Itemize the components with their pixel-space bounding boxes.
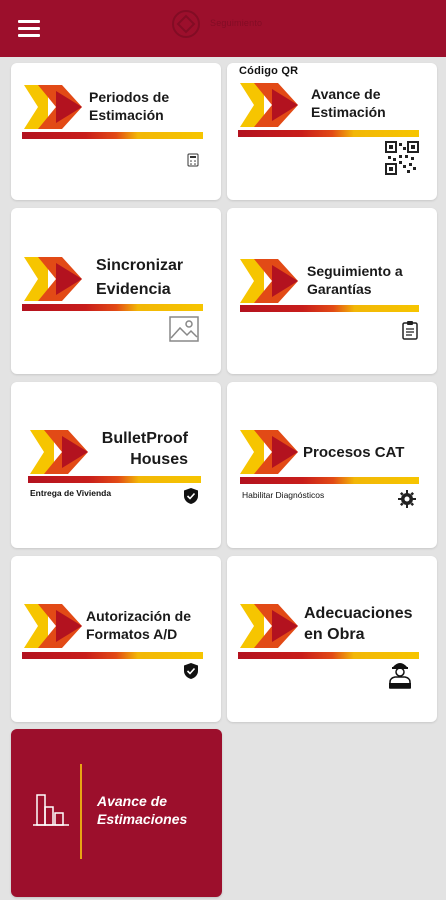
qr-code-label: Código QR: [239, 65, 299, 77]
card-title: Seguimiento a Garantías: [307, 263, 403, 297]
card-bulletproof-houses[interactable]: BulletProof Houses Entrega de Vivienda: [11, 382, 221, 548]
card-title: Adecuaciones en Obra: [304, 605, 413, 643]
brand-logo-icon: [24, 257, 82, 301]
brand-logo-icon: [30, 430, 88, 474]
app-logo-text: Seguimiento: [210, 18, 263, 28]
card-seguimiento-garantias[interactable]: Seguimiento a Garantías: [227, 208, 437, 374]
card-title: Periodos de Estimación: [89, 89, 170, 123]
brand-logo-icon: [240, 83, 298, 127]
image-icon: [169, 316, 199, 342]
brand-logo-icon: [24, 85, 82, 129]
card-stripe: [240, 477, 419, 484]
hamburger-menu-icon[interactable]: [18, 15, 44, 41]
card-stripe: [22, 132, 203, 139]
calculator-icon: [187, 153, 199, 167]
card-title: BulletProof Houses: [101, 430, 188, 468]
card-sincronizar-evidencia[interactable]: Sincronizar Evidencia: [11, 208, 221, 374]
card-subtitle: Entrega de Vivienda: [30, 488, 112, 498]
bar-chart-icon: [33, 794, 69, 826]
card-stripe: [238, 652, 419, 659]
brand-logo-icon: [240, 604, 298, 648]
app-bar: Seguimiento: [0, 0, 446, 57]
brand-logo-icon: [24, 604, 82, 648]
card-stripe: [22, 652, 203, 659]
brand-logo-icon: [240, 259, 298, 303]
card-avance-estimacion[interactable]: Código QR Avance de Estimación: [227, 63, 437, 200]
card-avance-estimaciones[interactable]: Avance de Estimaciones: [11, 729, 222, 897]
divider-line: [80, 764, 82, 859]
card-procesos-cat[interactable]: Procesos CAT Habilitar Diagnósticos: [227, 382, 437, 548]
shield-check-icon: [184, 488, 198, 504]
clipboard-icon: [402, 321, 418, 340]
card-stripe: [22, 304, 203, 311]
qr-code-icon: [385, 141, 419, 175]
card-title: Sincronizar Evidencia: [96, 257, 184, 298]
card-title: Avance de Estimaciones: [97, 793, 188, 827]
worker-icon: [389, 663, 411, 689]
card-stripe: [238, 130, 419, 137]
card-autorizacion-formatos[interactable]: Autorización de Formatos A/D: [11, 556, 221, 722]
card-subtitle: Habilitar Diagnósticos: [242, 490, 325, 500]
card-adecuaciones-obra[interactable]: Adecuaciones en Obra: [227, 556, 437, 722]
card-stripe: [240, 305, 419, 312]
card-title: Procesos CAT: [303, 444, 405, 461]
brand-logo-icon: [240, 430, 298, 474]
gear-icon: [398, 490, 416, 508]
card-stripe: [28, 476, 201, 483]
card-periodos-estimacion[interactable]: Periodos de Estimación: [11, 63, 221, 200]
card-title: Autorización de Formatos A/D: [86, 608, 192, 642]
shield-check-icon: [184, 663, 198, 679]
card-title: Avance de Estimación: [311, 86, 386, 120]
app-logo: Seguimiento: [168, 8, 288, 40]
